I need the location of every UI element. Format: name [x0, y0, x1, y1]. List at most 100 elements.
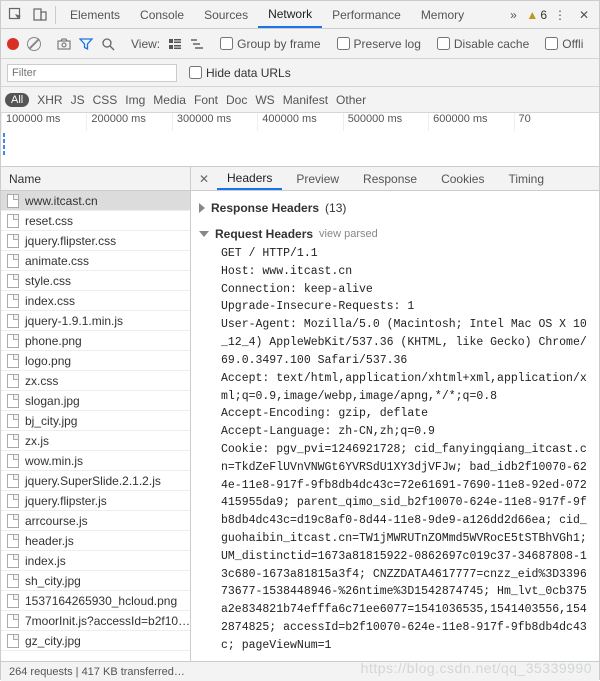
request-row[interactable]: bj_city.jpg — [1, 411, 190, 431]
file-icon — [7, 554, 19, 568]
warning-icon[interactable]: ▲ — [526, 8, 538, 22]
detail-tab-response[interactable]: Response — [353, 167, 427, 190]
filter-media[interactable]: Media — [153, 93, 186, 107]
close-devtools-icon[interactable]: ✕ — [573, 4, 595, 26]
collapse-icon[interactable] — [199, 231, 209, 237]
timeline-tick: 600000 ms — [428, 113, 513, 131]
capture-screenshots-icon[interactable] — [57, 38, 71, 50]
request-row[interactable]: phone.png — [1, 331, 190, 351]
filter-row: Hide data URLs — [1, 59, 599, 87]
request-name: logo.png — [25, 354, 71, 368]
view-parsed-link[interactable]: view parsed — [319, 228, 378, 240]
inspect-element-icon[interactable] — [5, 4, 27, 26]
name-column-header[interactable]: Name — [1, 167, 190, 191]
record-button-icon[interactable] — [7, 38, 19, 50]
disable-cache-checkbox[interactable]: Disable cache — [437, 37, 529, 51]
tab-performance[interactable]: Performance — [322, 1, 411, 28]
separator — [55, 6, 56, 24]
tab-sources[interactable]: Sources — [194, 1, 258, 28]
filter-xhr[interactable]: XHR — [37, 93, 62, 107]
response-headers-title: Response Headers — [211, 201, 319, 215]
tab-memory[interactable]: Memory — [411, 1, 474, 28]
filter-img[interactable]: Img — [125, 93, 145, 107]
hide-data-urls-checkbox[interactable]: Hide data URLs — [189, 66, 291, 80]
request-row[interactable]: style.css — [1, 271, 190, 291]
file-icon — [7, 634, 19, 648]
clear-button-icon[interactable] — [27, 37, 41, 51]
request-row[interactable]: logo.png — [1, 351, 190, 371]
file-icon — [7, 354, 19, 368]
timeline-tick: 300000 ms — [172, 113, 257, 131]
request-list[interactable]: www.itcast.cn reset.cssjquery.flipster.cs… — [1, 191, 190, 661]
request-row[interactable]: jquery.flipster.css — [1, 231, 190, 251]
request-name: gz_city.jpg — [25, 634, 81, 648]
request-row[interactable]: www.itcast.cn — [1, 191, 190, 211]
group-by-frame-checkbox[interactable]: Group by frame — [220, 37, 320, 51]
request-row[interactable]: animate.css — [1, 251, 190, 271]
filter-all[interactable]: All — [5, 93, 29, 107]
request-row[interactable]: wow.min.js — [1, 451, 190, 471]
file-icon — [7, 574, 19, 588]
request-name: 7moorInit.js?accessId=b2f10… — [25, 614, 190, 628]
filter-other[interactable]: Other — [336, 93, 366, 107]
detail-tab-cookies[interactable]: Cookies — [431, 167, 494, 190]
request-row[interactable]: 1537164265930_hcloud.png — [1, 591, 190, 611]
more-tabs-chevron-icon[interactable]: » — [502, 4, 524, 26]
tab-console[interactable]: Console — [130, 1, 194, 28]
offline-checkbox[interactable]: Offli — [545, 37, 583, 51]
filter-doc[interactable]: Doc — [226, 93, 247, 107]
preserve-log-checkbox[interactable]: Preserve log — [337, 37, 421, 51]
request-row[interactable]: header.js — [1, 531, 190, 551]
waterfall-view-icon[interactable] — [190, 38, 204, 50]
filter-icon[interactable] — [79, 37, 93, 51]
detail-tab-timing[interactable]: Timing — [498, 167, 554, 190]
detail-tabs: ✕ Headers Preview Response Cookies Timin… — [191, 167, 599, 191]
response-headers-section[interactable]: Response Headers (13) — [199, 199, 591, 217]
expand-icon[interactable] — [199, 203, 205, 213]
filter-css[interactable]: CSS — [93, 93, 118, 107]
request-row[interactable]: gz_city.jpg — [1, 631, 190, 651]
request-name: index.css — [25, 294, 75, 308]
request-row[interactable]: index.css — [1, 291, 190, 311]
request-row[interactable]: sh_city.jpg — [1, 571, 190, 591]
request-row[interactable]: arrcourse.js — [1, 511, 190, 531]
device-toolbar-icon[interactable] — [29, 4, 51, 26]
request-row[interactable]: zx.css — [1, 371, 190, 391]
settings-menu-icon[interactable]: ⋮ — [549, 4, 571, 26]
filter-font[interactable]: Font — [194, 93, 218, 107]
file-icon — [7, 614, 19, 628]
request-row[interactable]: 7moorInit.js?accessId=b2f10… — [1, 611, 190, 631]
warning-count[interactable]: 6 — [540, 8, 547, 22]
file-icon — [7, 394, 19, 408]
request-row[interactable]: reset.css — [1, 211, 190, 231]
detail-tab-preview[interactable]: Preview — [286, 167, 349, 190]
request-name: 1537164265930_hcloud.png — [25, 594, 177, 608]
request-name: www.itcast.cn — [25, 194, 98, 208]
detail-tab-headers[interactable]: Headers — [217, 167, 282, 190]
request-row[interactable]: jquery-1.9.1.min.js — [1, 311, 190, 331]
timeline-overview[interactable]: 100000 ms 200000 ms 300000 ms 400000 ms … — [1, 113, 599, 167]
request-row[interactable]: jquery.flipster.js — [1, 491, 190, 511]
headers-body[interactable]: Response Headers (13) Request Headers vi… — [191, 191, 599, 661]
filter-js[interactable]: JS — [71, 93, 85, 107]
tab-network[interactable]: Network — [258, 1, 322, 28]
filter-manifest[interactable]: Manifest — [283, 93, 328, 107]
request-headers-section[interactable]: Request Headers view parsed — [199, 225, 591, 243]
tab-elements[interactable]: Elements — [60, 1, 130, 28]
file-icon — [7, 374, 19, 388]
request-name: animate.css — [25, 254, 89, 268]
filter-ws[interactable]: WS — [255, 93, 274, 107]
file-icon — [7, 494, 19, 508]
request-name: zx.js — [25, 434, 49, 448]
request-row[interactable]: jquery.SuperSlide.2.1.2.js — [1, 471, 190, 491]
file-icon — [7, 454, 19, 468]
large-rows-icon[interactable] — [168, 38, 182, 50]
view-label: View: — [131, 37, 160, 51]
filter-input[interactable] — [7, 64, 177, 82]
request-row[interactable]: index.js — [1, 551, 190, 571]
request-row[interactable]: zx.js — [1, 431, 190, 451]
request-row[interactable]: slogan.jpg — [1, 391, 190, 411]
search-icon[interactable] — [101, 37, 115, 51]
close-detail-icon[interactable]: ✕ — [195, 172, 213, 186]
file-icon — [7, 474, 19, 488]
